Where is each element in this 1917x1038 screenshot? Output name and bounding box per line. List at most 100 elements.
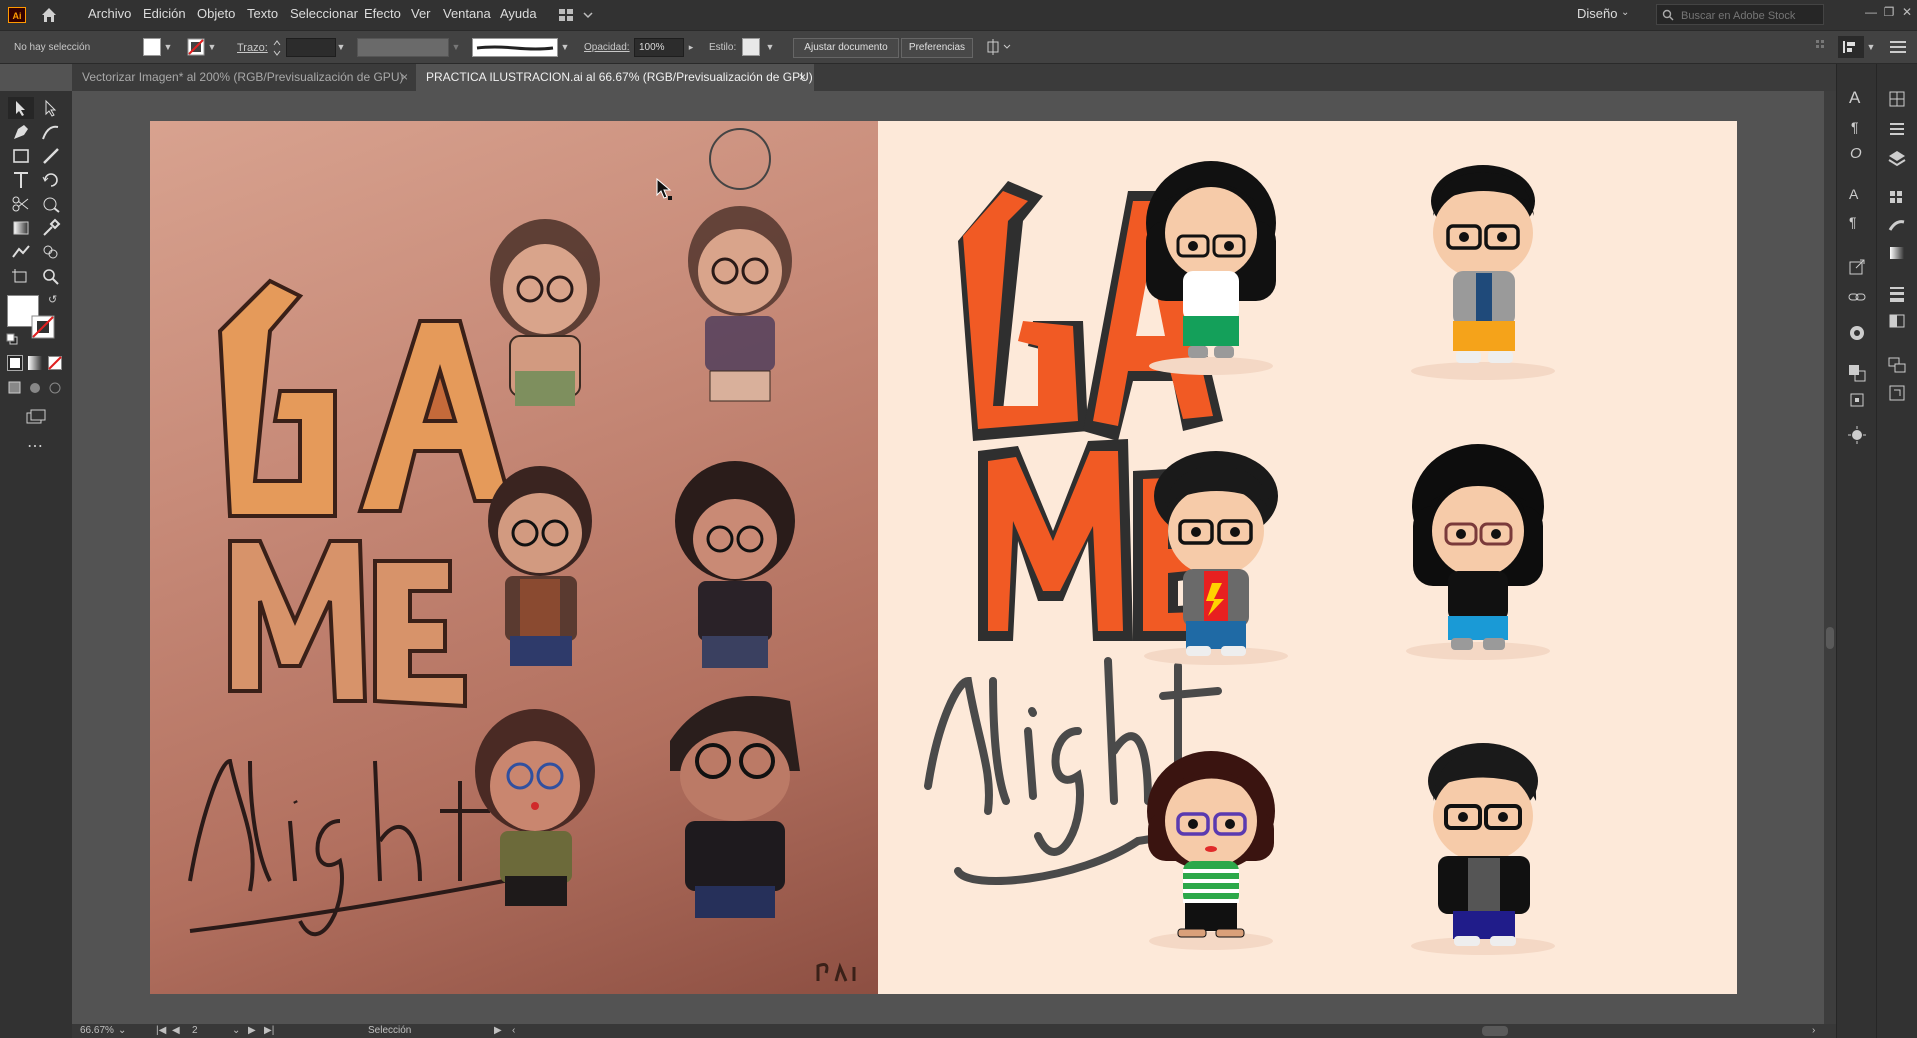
menu-texto[interactable]: Texto [247, 6, 278, 21]
status-menu-arrow-icon[interactable]: ▶ [494, 1025, 502, 1036]
horizontal-scrollbar-thumb[interactable] [1482, 1026, 1508, 1036]
fill-dropdown-icon[interactable]: ▼ [163, 38, 173, 56]
menu-ayuda[interactable]: Ayuda [500, 6, 537, 21]
fit-document-button[interactable]: Ajustar documento [793, 38, 899, 58]
paintbrush-tool[interactable] [38, 145, 64, 167]
transform-icon[interactable] [985, 39, 1013, 55]
stroke-weight-dropdown-icon[interactable]: ▼ [336, 38, 346, 56]
menu-ventana[interactable]: Ventana [443, 6, 491, 21]
opacity-label[interactable]: Opacidad: [584, 42, 630, 53]
zoom-dropdown-icon[interactable]: ⌄ [118, 1025, 126, 1036]
placed-sketch-image[interactable] [150, 121, 878, 994]
default-colors-icon[interactable] [6, 333, 18, 345]
brushes-icon[interactable] [1886, 214, 1908, 236]
style-dropdown-icon[interactable]: ▼ [765, 38, 775, 56]
hscroll-left-icon[interactable]: ‹ [512, 1025, 515, 1036]
variable-width-profile[interactable] [357, 38, 449, 57]
hscroll-right-icon[interactable]: › [1812, 1025, 1815, 1036]
tab-practica-ilustracion[interactable]: PRACTICA ILUSTRACION.ai al 66.67% (RGB/P… [416, 64, 814, 91]
transparency-icon[interactable] [1886, 310, 1908, 332]
menu-efecto[interactable]: Efecto [364, 6, 401, 21]
stroke-dropdown-icon[interactable]: ▼ [207, 38, 217, 56]
stroke-weight-stepper[interactable] [272, 38, 282, 58]
blend-tool[interactable] [8, 241, 34, 263]
menu-objeto[interactable]: Objeto [197, 6, 235, 21]
transform-panel-icon[interactable] [1846, 389, 1868, 411]
properties-icon[interactable] [1886, 118, 1908, 140]
export-icon[interactable] [1846, 256, 1868, 278]
scrollbar-thumb[interactable] [1826, 627, 1834, 649]
selection-tool[interactable] [8, 97, 34, 119]
character-icon[interactable]: A [1849, 88, 1860, 108]
close-tab-icon[interactable]: × [799, 64, 806, 91]
color-mode-button[interactable] [7, 355, 23, 371]
menu-archivo[interactable]: Archivo [88, 6, 131, 21]
eyedropper-tool[interactable] [38, 217, 64, 239]
stroke-color[interactable] [22, 310, 58, 340]
menu-edicion[interactable]: Edición [143, 6, 186, 21]
vertical-scrollbar[interactable] [1824, 91, 1836, 1024]
stroke-swatch[interactable] [187, 38, 205, 56]
align-dropdown-icon[interactable]: ▼ [1866, 38, 1876, 56]
fill-swatch[interactable] [143, 38, 161, 56]
rotate-tool[interactable] [38, 169, 64, 191]
opacity-field[interactable]: 100% [634, 38, 684, 57]
previous-artboard-icon[interactable]: ◀ [172, 1025, 180, 1036]
arrange-documents-icon[interactable] [558, 7, 594, 23]
swap-colors-icon[interactable]: ↺ [48, 293, 57, 306]
screen-mode-icon[interactable] [24, 409, 48, 427]
preferences-button[interactable]: Preferencias [901, 38, 973, 58]
character-styles-icon[interactable]: A [1849, 186, 1858, 202]
warp-tool[interactable] [38, 193, 64, 215]
profile-dropdown-icon[interactable]: ▼ [451, 38, 461, 56]
direct-selection-tool[interactable] [38, 97, 64, 119]
artboards-icon[interactable] [1886, 354, 1908, 376]
restore-button[interactable]: ❐ [1880, 3, 1898, 21]
swatches-icon[interactable] [1886, 186, 1908, 208]
draw-modes-icon[interactable] [8, 381, 64, 395]
pen-tool[interactable] [8, 121, 34, 143]
last-artboard-icon[interactable]: ▶| [264, 1025, 274, 1036]
panel-options-icon[interactable] [1815, 39, 1829, 53]
artboard-dropdown-icon[interactable]: ⌄ [232, 1025, 240, 1036]
artboard-tool[interactable] [8, 265, 34, 287]
paragraph-styles-icon[interactable]: ¶ [1849, 214, 1857, 230]
menu-ver[interactable]: Ver [411, 6, 431, 21]
graphic-style-swatch[interactable] [742, 38, 760, 56]
stroke-label[interactable]: Trazo: [237, 42, 268, 54]
stroke-panel-icon[interactable] [1886, 282, 1908, 304]
appearance-icon[interactable] [1846, 322, 1868, 344]
gradient-mode-button[interactable] [28, 356, 42, 370]
menu-hamburger-icon[interactable] [1890, 40, 1906, 54]
chevron-down-icon[interactable]: ⌄ [1621, 7, 1629, 18]
menu-seleccionar[interactable]: Seleccionar [290, 6, 358, 21]
curvature-tool[interactable] [38, 121, 64, 143]
opentype-icon[interactable]: O [1850, 145, 1862, 162]
vector-artboard[interactable] [878, 121, 1737, 994]
rectangle-tool[interactable] [8, 145, 34, 167]
next-artboard-icon[interactable]: ▶ [248, 1025, 256, 1036]
brush-dropdown-icon[interactable]: ▼ [560, 38, 570, 56]
pathfinder-icon[interactable] [1846, 362, 1868, 384]
artboard-number[interactable]: 2 [192, 1025, 198, 1036]
brush-definition[interactable] [472, 38, 558, 57]
tab-vectorizar-imagen[interactable]: Vectorizar Imagen* al 200% (RGB/Previsua… [72, 64, 416, 91]
close-window-button[interactable]: ✕ [1898, 3, 1916, 21]
workspace-switcher[interactable]: Diseño [1577, 6, 1617, 21]
links-icon[interactable] [1846, 286, 1868, 308]
libraries-icon[interactable] [1886, 88, 1908, 110]
none-mode-button[interactable] [48, 356, 62, 370]
more-tools-icon[interactable]: ⋯ [27, 436, 44, 456]
zoom-level[interactable]: 66.67% [80, 1025, 114, 1036]
stroke-weight-field[interactable] [286, 38, 336, 57]
symbols-icon[interactable] [1846, 424, 1868, 446]
scissors-tool[interactable] [8, 193, 34, 215]
first-artboard-icon[interactable]: |◀ [156, 1025, 166, 1036]
zoom-tool[interactable] [38, 265, 64, 287]
opacity-arrow-icon[interactable]: ▸ [686, 38, 696, 56]
gradient-panel-icon[interactable] [1886, 242, 1908, 264]
close-tab-icon[interactable]: × [401, 64, 408, 91]
home-icon[interactable] [40, 6, 58, 24]
gradient-tool[interactable] [8, 217, 34, 239]
layers-icon[interactable] [1886, 148, 1908, 170]
